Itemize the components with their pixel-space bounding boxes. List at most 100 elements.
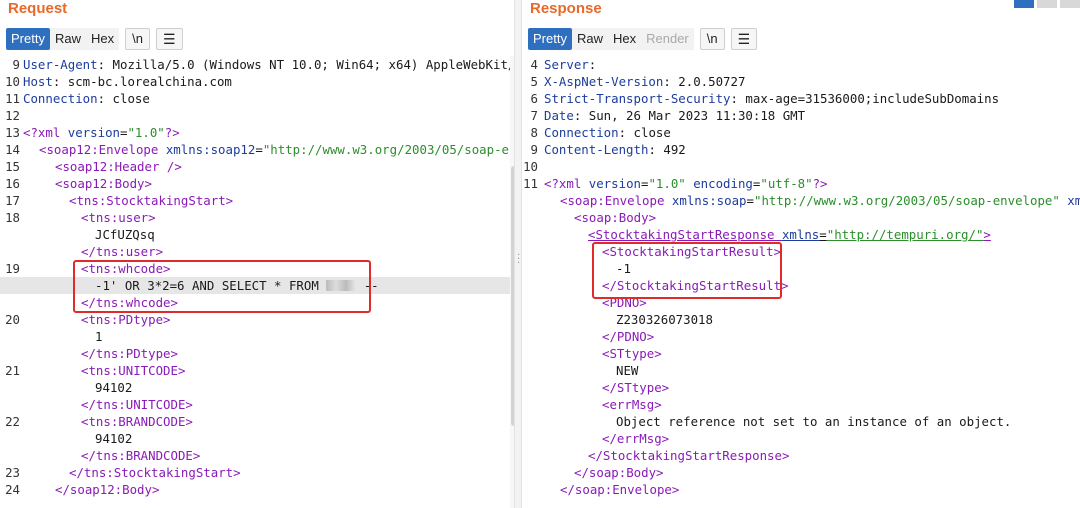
response-pretty-tab[interactable]: Pretty [528,28,572,50]
code-token: <errMsg> [602,397,662,412]
request-line-number: 18 [5,210,20,225]
response-line-code: Connection: close [544,124,671,141]
code-token: <soap:Envelope [560,193,672,208]
response-result-highlight-box [592,242,782,299]
code-token: = [255,142,263,157]
code-token: 1 [95,329,103,344]
request-line-number: 22 [5,414,20,429]
response-code-line: <STtype> [522,345,1080,362]
request-code-line: 17 <tns:StocktakingStart> [0,192,518,209]
response-line-code: <errMsg> [602,396,662,413]
code-token: <STtype> [602,346,662,361]
response-menu-icon[interactable]: ☰ [730,28,758,50]
response-code-line: </soap:Body> [522,464,1080,481]
request-line-code: </tns:BRANDCODE> [81,447,200,464]
request-line-number: 16 [5,176,20,191]
code-token: <soap:Body> [574,210,657,225]
request-line-code: </soap12:Body> [55,481,159,498]
request-line-number: 21 [5,363,20,378]
layout-toggle-icons [1011,0,1080,8]
request-line-number: 12 [5,108,20,123]
response-line-code: Date: Sun, 26 Mar 2023 11:30:18 GMT [544,107,805,124]
response-code-line: <errMsg> [522,396,1080,413]
response-pane: Response Pretty Raw Hex Render \n ☰ 4 Ser… [522,0,1080,508]
response-render-tab[interactable]: Render [641,28,694,50]
request-injection-highlight-box [73,260,371,313]
request-code-line: JCfUZQsq [0,226,518,243]
response-line-code: Strict-Transport-Security: max-age=31536… [544,90,999,107]
request-pretty-tab[interactable]: Pretty [6,28,50,50]
response-line-code: <StocktakingStartResponse xmlns="http://… [588,226,991,243]
response-raw-tab[interactable]: Raw [571,28,608,50]
response-code-line: <soap:Body> [522,209,1080,226]
response-line-code: <soap:Envelope xmlns:soap="http://www.w3… [560,192,1080,209]
request-code-line: 23 </tns:StocktakingStart> [0,464,518,481]
request-line-code: <tns:StocktakingStart> [69,192,233,209]
response-code-line: 9 Content-Length: 492 [522,141,1080,158]
code-token: "http://www.w3.org/2003/05/soap-envelope… [753,193,1068,208]
response-newline-toggle[interactable]: \n [699,28,725,50]
response-code-line: </StocktakingStartResponse> [522,447,1080,464]
request-menu-icon[interactable]: ☰ [155,28,183,50]
response-line-number: 4 [530,57,538,72]
request-code-line: 16 <soap12:Body> [0,175,518,192]
response-hex-tab[interactable]: Hex [607,28,642,50]
code-token: Object reference not set to an instance … [616,414,1012,429]
code-token: : close [618,125,671,140]
response-code-line: </STtype> [522,379,1080,396]
code-token: </tns:BRANDCODE> [81,448,201,463]
code-token: : Sun, 26 Mar 2023 11:30:18 GMT [573,108,806,123]
splitter-grip-icon[interactable]: · · · [517,251,520,269]
request-code-line: 94102 [0,379,518,396]
layout-vertical-icon[interactable] [1060,0,1080,8]
response-code-line: 4 Server: [522,56,1080,73]
code-token: </soap:Envelope> [560,482,680,497]
response-code-line: </errMsg> [522,430,1080,447]
response-line-code: </StocktakingStartResponse> [588,447,789,464]
code-token: <soap12:Body> [55,176,152,191]
request-code-line: 10 Host: scm-bc.lorealchina.com [0,73,518,90]
response-code-line: 8 Connection: close [522,124,1080,141]
request-code-line: </tns:UNITCODE> [0,396,518,413]
request-code-line: 15 <soap12:Header /> [0,158,518,175]
code-token: </errMsg> [602,431,670,446]
code-token: : 492 [648,142,686,157]
code-token: : max-age=31536000;includeSubDomains [730,91,1000,106]
request-raw-tab[interactable]: Raw [49,28,86,50]
request-line-code: 94102 [95,430,132,447]
pane-splitter[interactable]: · · · [514,0,522,508]
response-line-code: Object reference not set to an instance … [616,413,1011,430]
code-token: "utf-8" [760,176,813,191]
request-newline-toggle[interactable]: \n [125,28,150,50]
response-line-number: 11 [523,176,538,191]
code-token: <soap12:Envelope [39,142,166,157]
response-code-line: 5 X-AspNet-Version: 2.0.50727 [522,73,1080,90]
request-line-code: <tns:user> [81,209,156,226]
code-token: 94102 [95,380,133,395]
request-code-line: 1 [0,328,518,345]
request-line-code: </tns:user> [81,243,163,260]
response-line-code: X-AspNet-Version: 2.0.50727 [544,73,745,90]
response-line-code: NEW [616,362,638,379]
code-token: <StocktakingStartResponse [588,227,782,242]
request-code-line: 22 <tns:BRANDCODE> [0,413,518,430]
request-hex-tab[interactable]: Hex [85,28,120,50]
request-line-code: 1 [95,328,102,345]
response-line-code: Content-Length: 492 [544,141,686,158]
code-token: : scm-bc.lorealchina.com [52,74,232,89]
layout-horizontal-icon[interactable] [1037,0,1057,8]
request-code-line: 13 <?xml version="1.0"?> [0,124,518,141]
layout-split-icon[interactable] [1014,0,1034,8]
code-token: > [983,227,991,242]
request-pane: Request Pretty Raw Hex \n ☰ 9 User-Agent:… [0,0,518,508]
response-line-number: 7 [530,108,538,123]
code-token: xmlns [781,227,820,242]
response-line-code: </soap:Envelope> [560,481,679,498]
response-line-number: 5 [530,74,538,89]
code-token: </tns:StocktakingStart> [69,465,241,480]
request-line-number: 11 [5,91,20,106]
code-token: Connection [23,91,98,106]
request-toolbar: Pretty Raw Hex \n ☰ [6,28,183,50]
code-token: "1.0" [127,125,165,140]
request-line-code: 94102 [95,379,132,396]
